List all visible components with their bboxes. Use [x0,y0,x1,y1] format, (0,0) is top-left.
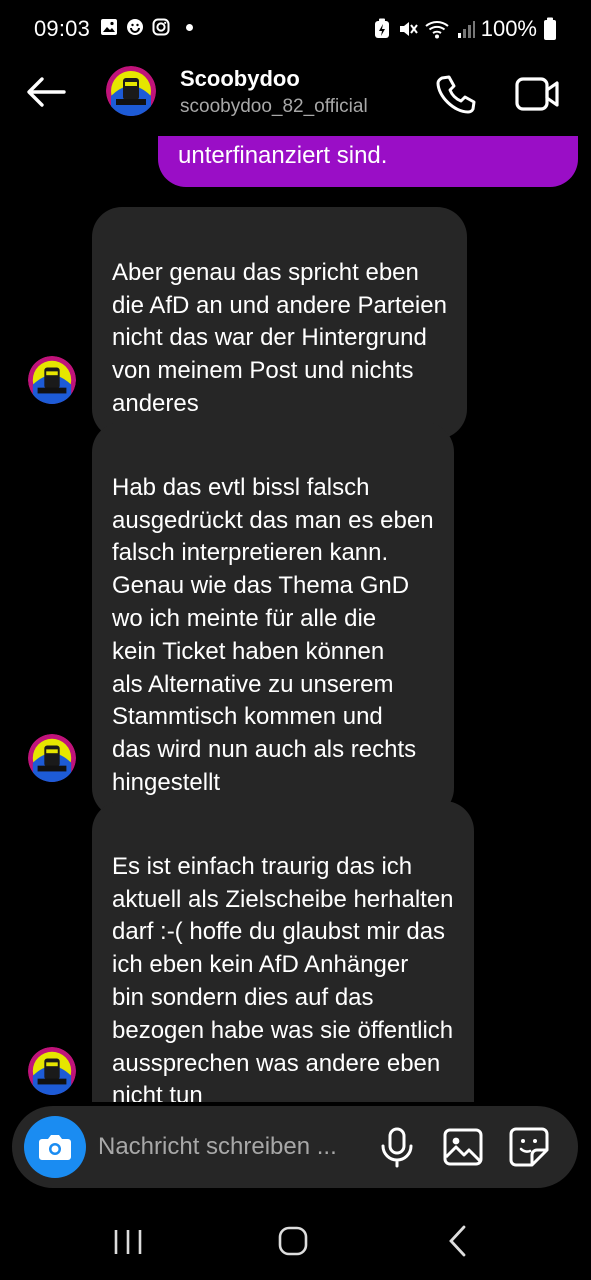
instagram-notification-icon [152,18,170,36]
outgoing-message[interactable]: unterfinanziert sind. [158,136,578,187]
app-notification-icon [127,19,143,35]
more-notifications-dot [186,23,193,31]
profile-avatar-image [106,66,156,116]
profile-avatar-image [28,734,76,782]
camera-icon [39,1135,71,1160]
back-arrow-icon[interactable] [22,72,70,112]
image-icon[interactable] [442,1126,484,1168]
chat-header: Scoobydoo scoobydoo_82_official [0,58,591,136]
gallery-notification-icon [101,19,117,35]
battery-icon [544,17,556,40]
message-list[interactable]: unterfinanziert sind. Aber genau das spr… [0,136,591,1102]
mute-icon [399,22,418,36]
system-nav-bar [0,1200,591,1280]
profile-avatar-image [28,1047,76,1095]
message-input[interactable] [98,1128,368,1166]
message-text: Es ist einfach traurig das ich aktuell a… [112,852,454,1102]
phone-icon[interactable] [434,72,478,116]
status-bar: 09:03 100% [0,0,591,58]
microphone-icon[interactable] [378,1126,416,1168]
incoming-message[interactable]: Aber genau das spricht eben die AfD an u… [92,207,467,439]
battery-saver-icon [374,18,389,38]
recents-icon[interactable] [112,1228,144,1256]
camera-button[interactable] [24,1116,86,1178]
sticker-icon[interactable] [508,1126,550,1168]
signal-icon [457,21,475,38]
incoming-message[interactable]: Es ist einfach traurig das ich aktuell a… [92,801,474,1102]
profile-avatar-image [28,356,76,404]
header-avatar[interactable] [106,66,156,116]
message-composer [12,1106,578,1188]
contact-username[interactable]: scoobydoo_82_official [180,96,368,118]
wifi-icon [425,21,449,39]
sender-avatar[interactable] [28,1047,76,1095]
battery-percent: 100% [480,16,537,41]
message-text: Hab das evtl bissl falsch ausgedrückt da… [112,473,434,796]
status-right: 100% [373,16,557,42]
contact-name[interactable]: Scoobydoo [180,66,300,92]
home-icon[interactable] [278,1226,308,1256]
notification-icons [100,18,193,36]
back-nav-icon[interactable] [446,1224,470,1258]
status-time: 09:03 [34,16,91,41]
incoming-message[interactable]: Hab das evtl bissl falsch ausgedrückt da… [92,422,454,818]
sender-avatar[interactable] [28,356,76,404]
sender-avatar[interactable] [28,734,76,782]
message-text: Aber genau das spricht eben die AfD an u… [112,258,447,417]
message-text: unterfinanziert sind. [178,142,388,169]
video-camera-icon[interactable] [514,72,562,116]
